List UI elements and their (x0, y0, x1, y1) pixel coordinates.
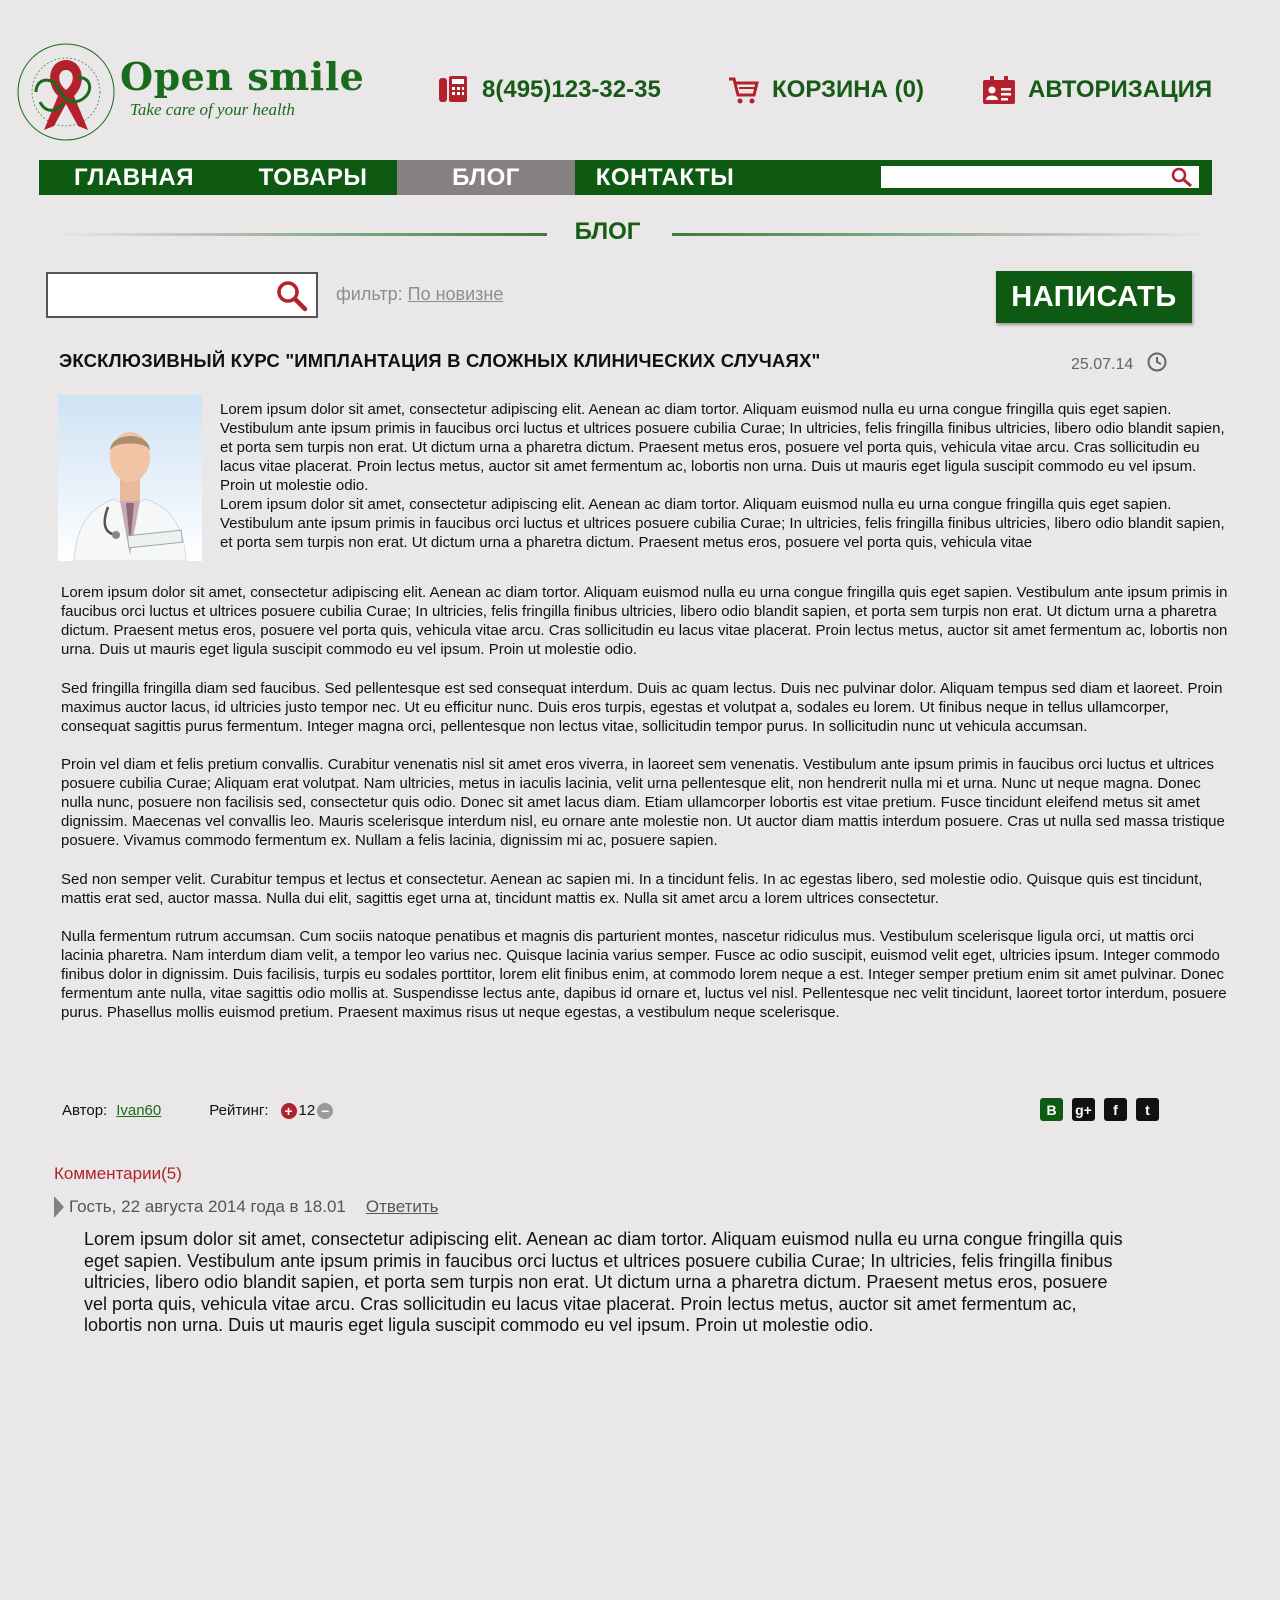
doctor-photo (73, 432, 187, 561)
rating-minus-button[interactable]: − (317, 1102, 334, 1119)
comment-header: Гость, 22 августа 2014 года в 18.01 Отве… (54, 1196, 439, 1218)
nav-item-home[interactable]: ГЛАВНАЯ (39, 160, 229, 195)
logo[interactable]: Open smile Take care of your health (14, 40, 364, 150)
post-date-text: 25.07.14 (1071, 355, 1134, 373)
nav-search (881, 166, 1199, 188)
auth-label: АВТОРИЗАЦИЯ (1028, 76, 1213, 103)
reply-link[interactable]: Ответить (366, 1197, 439, 1217)
filter: фильтр: По новизне (336, 284, 503, 305)
post-paragraph: Nulla fermentum rutrum accumsan. Cum soc… (61, 928, 1227, 1021)
nav-search-input[interactable] (881, 166, 1171, 188)
comment-arrow-icon (54, 1196, 64, 1218)
vk-icon[interactable]: В (1040, 1098, 1063, 1121)
post-paragraph: Lorem ipsum dolor sit amet, consectetur … (61, 584, 1228, 658)
post-meta: Автор: Ivan60 Рейтинг: + 12 − (62, 1102, 334, 1119)
post-intro-paragraph: Lorem ipsum dolor sit amet, consectetur … (220, 496, 1225, 551)
logo-seal-icon (17, 43, 115, 141)
divider-right (672, 233, 1208, 236)
rating-label: Рейтинг: (209, 1102, 269, 1119)
logo-tagline: Take care of your health (130, 100, 295, 119)
main-nav: ГЛАВНАЯ ТОВАРЫ БЛОГ КОНТАКТЫ (39, 160, 1212, 195)
comment-author-date: Гость, 22 августа 2014 года в 18.01 (69, 1197, 346, 1216)
post-body: Lorem ipsum dolor sit amet, consectetur … (61, 583, 1231, 1042)
author-link[interactable]: Ivan60 (116, 1102, 161, 1119)
header-phone[interactable]: 8(495)123-32-35 (436, 70, 661, 110)
id-card-icon (982, 73, 1016, 107)
nav-item-contacts[interactable]: КОНТАКТЫ (575, 160, 755, 195)
blog-search-input[interactable] (48, 274, 268, 316)
post-paragraph: Proin vel diam et felis pretium convalli… (61, 756, 1225, 849)
post-paragraph: Sed non semper velit. Curabitur tempus e… (61, 870, 1203, 907)
search-icon[interactable] (1171, 167, 1193, 192)
nav-item-products[interactable]: ТОВАРЫ (229, 160, 397, 195)
post-paragraph: Sed fringilla fringilla diam sed faucibu… (61, 679, 1223, 735)
write-button[interactable]: НАПИСАТЬ (996, 271, 1192, 323)
social-share: В g+ f t (1040, 1098, 1159, 1121)
section-title: БЛОГ (574, 218, 641, 245)
twitter-icon[interactable]: t (1136, 1098, 1159, 1121)
header-cart[interactable]: КОРЗИНА (0) (726, 70, 924, 110)
phone-number: 8(495)123-32-35 (482, 76, 661, 103)
divider-left (55, 233, 547, 236)
author-label: Автор: (62, 1102, 108, 1119)
google-plus-icon[interactable]: g+ (1072, 1098, 1095, 1121)
comment-text: Lorem ipsum dolor sit amet, consectetur … (84, 1229, 1123, 1335)
post-intro-paragraph: Lorem ipsum dolor sit amet, consectetur … (220, 401, 1225, 494)
comments-title[interactable]: Комментарии(5) (54, 1164, 182, 1184)
post-date: 25.07.14 (1071, 352, 1167, 377)
logo-title: Open smile (120, 54, 365, 99)
rating-plus-button[interactable]: + (280, 1102, 297, 1119)
section-header: БЛОГ (0, 218, 1280, 250)
filter-label: фильтр: (336, 284, 403, 304)
cart-label: КОРЗИНА (0) (772, 76, 924, 103)
clock-icon (1147, 352, 1167, 377)
post-title[interactable]: ЭКСКЛЮЗИВНЫЙ КУРС "ИМПЛАНТАЦИЯ В СЛОЖНЫХ… (59, 350, 820, 372)
blog-search (46, 272, 318, 318)
search-icon[interactable] (276, 280, 308, 317)
phone-icon (436, 73, 470, 107)
post-intro: Lorem ipsum dolor sit amet, consectetur … (220, 400, 1225, 554)
filter-sort-link[interactable]: По новизне (408, 284, 504, 304)
cart-icon (726, 73, 760, 107)
rating-value: 12 (298, 1102, 316, 1119)
facebook-icon[interactable]: f (1104, 1098, 1127, 1121)
post-image (58, 395, 202, 561)
header-auth[interactable]: АВТОРИЗАЦИЯ (982, 70, 1212, 110)
nav-item-blog[interactable]: БЛОГ (397, 160, 575, 195)
